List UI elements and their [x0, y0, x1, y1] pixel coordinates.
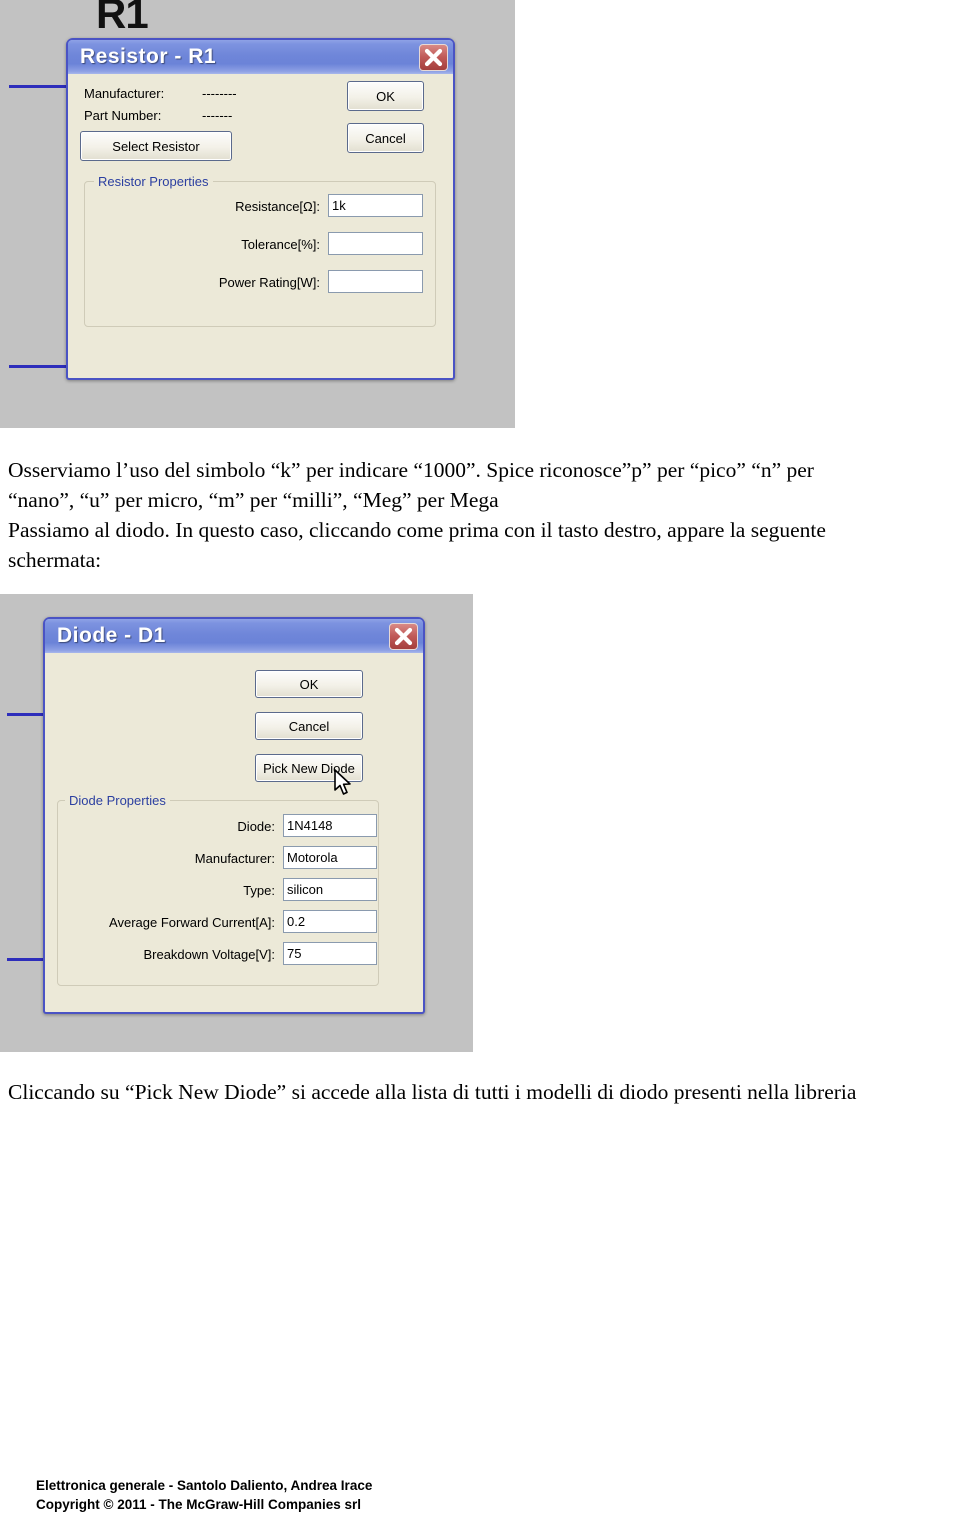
prose-line-1: Osserviamo l’uso del simbolo “k” per ind…: [8, 458, 814, 482]
diode-model-input[interactable]: 1N4148: [283, 814, 377, 837]
average-forward-current-input[interactable]: 0.2: [283, 910, 377, 933]
power-rating-label: Power Rating[W]:: [218, 275, 320, 290]
diode-manufacturer-label: Manufacturer:: [194, 851, 275, 866]
power-rating-input[interactable]: [328, 270, 423, 293]
resistor-ok-button[interactable]: OK: [347, 81, 424, 111]
diode-properties-group-title: Diode Properties: [65, 793, 170, 808]
manufacturer-value: --------: [202, 86, 237, 101]
resistor-dialog-body: Manufacturer: -------- Part Number: ----…: [68, 74, 453, 374]
close-icon[interactable]: [419, 43, 448, 71]
diode-type-label: Type:: [243, 883, 275, 898]
resistor-dialog-title: Resistor - R1: [80, 45, 217, 68]
diode-dialog-body: OK Cancel Pick New Diode Diode Propertie…: [45, 653, 423, 1008]
prose-line-4: schermata:: [8, 548, 102, 572]
diode-dialog-title: Diode - D1: [57, 624, 166, 647]
diode-model-label: Diode:: [237, 819, 275, 834]
prose-line-3: Passiamo al diodo. In questo caso, clicc…: [8, 518, 826, 542]
diode-screenshot: Diode - D1 OK Cancel Pick New Diode Diod…: [0, 594, 473, 1052]
manufacturer-label: Manufacturer:: [84, 86, 165, 101]
resistor-cancel-button[interactable]: Cancel: [347, 123, 424, 153]
breakdown-voltage-input[interactable]: 75: [283, 942, 377, 965]
resistor-dialog-titlebar[interactable]: Resistor - R1: [68, 40, 453, 74]
diode-cancel-button[interactable]: Cancel: [255, 712, 363, 740]
footer-line-2: Copyright © 2011 - The McGraw-Hill Compa…: [36, 1497, 362, 1512]
pick-new-diode-button[interactable]: Pick New Diode: [255, 754, 363, 782]
diode-ok-button[interactable]: OK: [255, 670, 363, 698]
tolerance-label: Tolerance[%]:: [241, 237, 320, 252]
footer-line-1: Elettronica generale - Santolo Daliento,…: [36, 1478, 373, 1493]
diode-manufacturer-input[interactable]: Motorola: [283, 846, 377, 869]
resistor-dialog: Resistor - R1 Manufacturer: -------- Par…: [66, 38, 455, 380]
select-resistor-button[interactable]: Select Resistor: [80, 131, 232, 161]
resistor-screenshot: R1 Resistor - R1 Manufacturer: -------- …: [0, 0, 515, 428]
average-forward-current-label: Average Forward Current[A]:: [109, 915, 275, 930]
schematic-designator-r1: R1: [96, 0, 149, 37]
prose-line-2: “nano”, “u” per micro, “m” per “milli”, …: [8, 488, 499, 512]
caption-line: Cliccando su “Pick New Diode” si accede …: [8, 1080, 857, 1104]
diode-dialog-titlebar[interactable]: Diode - D1: [45, 619, 423, 653]
close-icon[interactable]: [389, 622, 418, 650]
part-number-label: Part Number:: [84, 108, 162, 123]
tolerance-input[interactable]: [328, 232, 423, 255]
diode-type-input[interactable]: silicon: [283, 878, 377, 901]
resistance-label: Resistance[Ω]:: [235, 199, 320, 214]
resistance-input[interactable]: 1k: [328, 194, 423, 217]
part-number-value: -------: [202, 108, 233, 123]
diode-dialog: Diode - D1 OK Cancel Pick New Diode Diod…: [43, 617, 425, 1014]
resistor-properties-group-title: Resistor Properties: [94, 174, 213, 189]
diode-circuit-wire-top: [7, 713, 44, 716]
diode-circuit-wire-bottom: [7, 958, 44, 961]
breakdown-voltage-label: Breakdown Voltage[V]:: [143, 947, 275, 962]
